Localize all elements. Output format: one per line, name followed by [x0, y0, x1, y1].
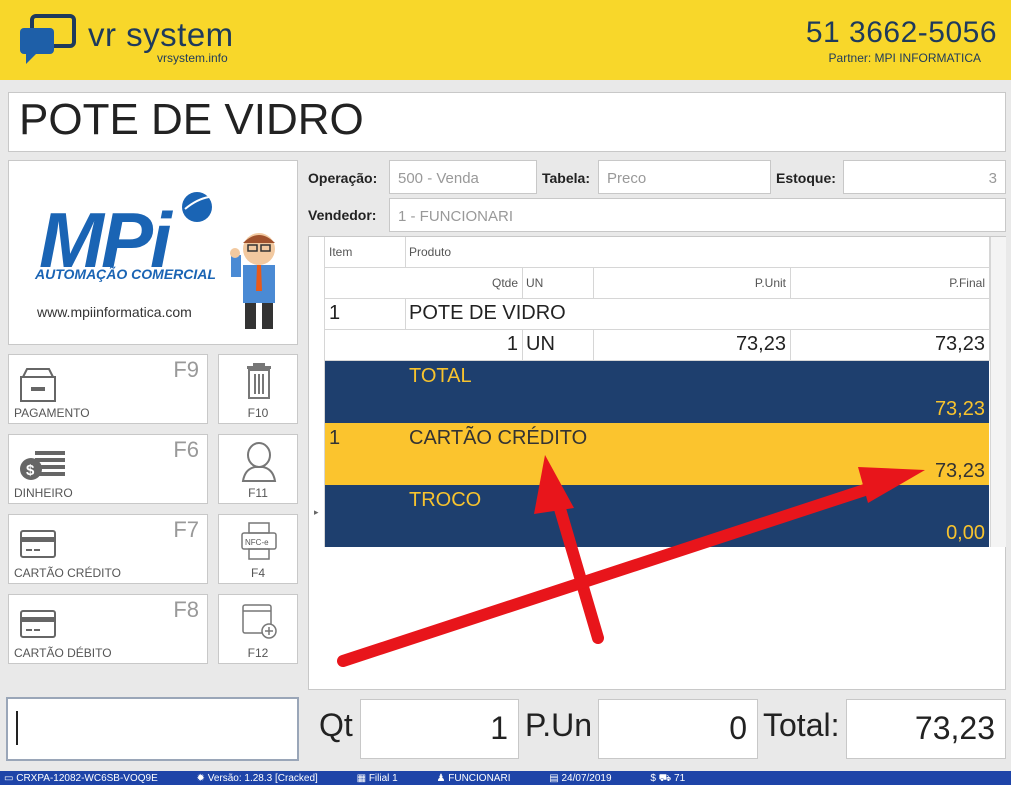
barcode-input[interactable]	[6, 697, 299, 761]
vendedor-field[interactable]: 1 - FUNCIONARI	[389, 198, 1006, 232]
qt-field[interactable]: 1	[360, 699, 519, 759]
troco-band: TROCO 0,00	[325, 485, 989, 547]
total-label-bottom: Total:	[763, 707, 840, 743]
brand-url: vrsystem.info	[157, 51, 228, 65]
f11-user-button[interactable]: F11	[218, 434, 298, 504]
text-caret	[16, 711, 18, 745]
row-produto[interactable]: POTE DE VIDRO	[405, 299, 990, 330]
payment-item: 1	[329, 427, 341, 449]
fkey-label: F9	[173, 357, 199, 382]
f10-delete-button[interactable]: F10	[218, 354, 298, 424]
filial-status: ▦ Filial 1	[356, 773, 398, 784]
header-bar: vr system vrsystem.info 51 3662-5056 Par…	[0, 0, 1011, 80]
payment-band[interactable]: 1 CARTÃO CRÉDITO 73,23	[325, 423, 989, 485]
fkey-label: F7	[173, 517, 199, 542]
action-label: DINHEIRO	[14, 486, 73, 500]
mascot-icon	[230, 233, 275, 329]
version-status: ✹ Versão: 1.28.3 [Cracked]	[196, 773, 318, 784]
total-label: TOTAL	[409, 365, 472, 387]
payment-label: CARTÃO CRÉDITO	[409, 427, 588, 449]
vendedor-label: Vendedor:	[308, 207, 377, 223]
coins-icon: $	[20, 451, 65, 480]
credit-card-icon	[20, 530, 56, 558]
cash-drawer-icon	[20, 368, 56, 402]
pun-field[interactable]: 0	[598, 699, 758, 759]
sale-items-grid[interactable]: ▸ Item Produto Qtde UN P.Unit P.Final 1 …	[308, 236, 1006, 690]
mpi-tagline: AUTOMAÇÃO COMERCIAL	[35, 266, 216, 282]
chat-bubbles-logo-icon	[18, 14, 78, 66]
header-qtde[interactable]: Qtde	[325, 268, 523, 299]
row-punit[interactable]: 73,23	[593, 330, 791, 361]
window-add-icon	[242, 604, 277, 639]
cartao-credito-button[interactable]: F7 CARTÃO CRÉDITO	[8, 514, 208, 584]
tabela-field[interactable]: Preco	[598, 160, 771, 194]
mpi-url: www.mpiinformatica.com	[37, 304, 192, 320]
cart-status: $ ⛟ 71	[650, 773, 686, 784]
pagamento-button[interactable]: F9 PAGAMENTO	[8, 354, 208, 424]
user-text: FUNCIONARI	[448, 773, 511, 784]
payment-value: 73,23	[934, 460, 985, 482]
row-pointer-icon: ▸	[314, 507, 319, 517]
row-item[interactable]: 1	[325, 299, 406, 330]
troco-label: TROCO	[409, 489, 482, 511]
product-title: POTE DE VIDRO	[8, 92, 1006, 152]
brand-name: vr system	[88, 16, 234, 53]
header-pfinal[interactable]: P.Final	[790, 268, 990, 299]
globe-icon	[182, 192, 212, 222]
qt-label: Qt	[319, 707, 353, 743]
fkey-label: F8	[173, 597, 199, 622]
svg-text:NFC-e: NFC-e	[245, 538, 269, 547]
version-text: Versão: 1.28.3 [Cracked]	[207, 773, 318, 784]
operacao-label: Operação:	[308, 170, 378, 186]
row-un[interactable]: UN	[522, 330, 594, 361]
f12-new-window-button[interactable]: F12	[218, 594, 298, 664]
f4-nfce-button[interactable]: NFC-e F4	[218, 514, 298, 584]
partner-label: Partner: MPI INFORMATICA	[828, 51, 981, 65]
pun-label: P.Un	[525, 707, 593, 743]
header-produto[interactable]: Produto	[405, 237, 990, 268]
debit-card-icon	[20, 610, 56, 638]
date-status: ▤ 24/07/2019	[549, 773, 612, 784]
user-icon	[241, 442, 277, 482]
svg-text:$: $	[26, 462, 35, 479]
action-label: CARTÃO CRÉDITO	[14, 566, 121, 580]
nfce-printer-icon: NFC-e	[241, 522, 277, 560]
action-label: CARTÃO DÉBITO	[14, 646, 112, 660]
header-un[interactable]: UN	[522, 268, 594, 299]
troco-value: 0,00	[946, 522, 985, 544]
trash-icon	[247, 363, 271, 399]
serial-status: ▭ CRXPA-12082-WC6SB-VOQ9E	[4, 773, 158, 784]
header-punit[interactable]: P.Unit	[593, 268, 791, 299]
action-label: PAGAMENTO	[14, 406, 90, 420]
total-field: 73,23	[846, 699, 1006, 759]
cart-text: 71	[674, 773, 686, 784]
serial-text: CRXPA-12082-WC6SB-VOQ9E	[16, 773, 158, 784]
tabela-label: Tabela:	[542, 170, 590, 186]
grid-scrollbar[interactable]	[990, 237, 1006, 547]
side-action-label: F10	[247, 406, 269, 420]
row-header-column	[309, 237, 325, 547]
dinheiro-button[interactable]: F6 $ DINHEIRO	[8, 434, 208, 504]
header-item[interactable]: Item	[325, 237, 406, 268]
total-band: TOTAL 73,23	[325, 361, 989, 423]
date-text: 24/07/2019	[561, 773, 612, 784]
side-action-label: F12	[247, 646, 269, 660]
total-value: 73,23	[934, 398, 985, 420]
operacao-field[interactable]: 500 - Venda	[389, 160, 537, 194]
side-action-label: F11	[248, 486, 268, 500]
status-bar: ▭ CRXPA-12082-WC6SB-VOQ9E ✹ Versão: 1.28…	[0, 771, 1011, 785]
row-pfinal[interactable]: 73,23	[790, 330, 990, 361]
side-action-label: F4	[250, 566, 265, 580]
user-status: ♟ FUNCIONARI	[436, 773, 511, 784]
company-logo-panel: MPi AUTOMAÇÃO COMERCIAL www.mpiinformati…	[8, 160, 298, 345]
fkey-label: F6	[173, 437, 199, 462]
phone-number: 51 3662-5056	[805, 16, 997, 49]
filial-text: Filial 1	[368, 773, 398, 784]
row-qtde[interactable]: 1	[325, 330, 523, 361]
estoque-field: 3	[843, 160, 1006, 194]
cartao-debito-button[interactable]: F8 CARTÃO DÉBITO	[8, 594, 208, 664]
estoque-label: Estoque:	[776, 170, 836, 186]
